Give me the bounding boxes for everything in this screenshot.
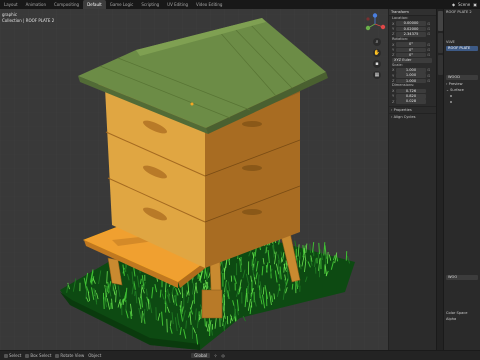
- scale-x-field[interactable]: 1.000: [396, 67, 426, 73]
- location-x-row: X 0.00000 ⊡: [392, 21, 431, 26]
- scene-icon[interactable]: ◆: [452, 2, 455, 7]
- tab-default[interactable]: Default: [83, 0, 106, 9]
- lock-icon[interactable]: ⊡: [427, 22, 431, 26]
- properties-section-header[interactable]: › Properties: [389, 106, 436, 113]
- texture-selector[interactable]: WOO: [446, 275, 478, 280]
- tab-animation[interactable]: Animation: [22, 0, 50, 9]
- beehive-scene: [0, 9, 388, 350]
- snap-icon[interactable]: ⊹: [214, 353, 217, 358]
- lock-icon[interactable]: ⊡: [427, 43, 431, 47]
- tab-game-logic[interactable]: Game Logic: [106, 0, 138, 9]
- location-z-field[interactable]: 2.34375: [396, 31, 426, 37]
- properties-editor: ROOF PLATE 2 VLVE ROOF PLATE WOOD › Prev…: [443, 9, 480, 350]
- property-dot-row: [444, 99, 480, 105]
- zoom-icon[interactable]: ⌕: [373, 38, 381, 46]
- mouse-left-icon: [4, 353, 8, 358]
- camera-icon[interactable]: ▪: [373, 60, 381, 68]
- lock-icon[interactable]: ⊡: [427, 74, 431, 78]
- tab-layout[interactable]: Layout: [0, 0, 22, 9]
- sidebar-transform-panel: Transform Location: X 0.00000 ⊡ Y 0.02000 ⊡ …: [388, 9, 436, 350]
- transform-panel-header[interactable]: Transform: [389, 9, 436, 16]
- lock-icon[interactable]: ⊡: [427, 79, 431, 83]
- rotation-y-row: Y 0° ⊡: [392, 47, 431, 53]
- lock-icon[interactable]: ⊡: [427, 53, 431, 57]
- properties-object-name: ROOF PLATE 2: [446, 10, 472, 14]
- blender-window: Layout Animation Compositing Default Gam…: [0, 0, 480, 360]
- dimensions-y-field[interactable]: 0.820: [396, 94, 426, 99]
- property-dot-icon: [450, 101, 452, 103]
- location-x-field[interactable]: 0.00000: [396, 21, 426, 26]
- status-object: Object: [88, 353, 102, 358]
- rotation-x-row: X 0° ⊡: [392, 42, 431, 47]
- lock-icon[interactable]: ⊡: [427, 48, 431, 52]
- scale-x-row: X 1.000 ⊡: [392, 67, 431, 73]
- mouse-middle-icon: [25, 353, 30, 358]
- status-select: Select: [4, 353, 21, 358]
- navigation-gizmo[interactable]: [364, 13, 386, 35]
- scale-y-field[interactable]: 1.000: [396, 73, 426, 78]
- status-box-select: Box Select: [25, 353, 51, 358]
- status-rotate-view: Rotate View: [55, 353, 84, 358]
- scale-y-row: Y 1.000 ⊡: [392, 73, 431, 78]
- pan-hand-icon[interactable]: ✋: [373, 49, 381, 57]
- object-origin: [190, 102, 194, 106]
- material-slot-field[interactable]: ROOF PLATE: [446, 46, 478, 51]
- workspace-tab-bar: Layout Animation Compositing Default Gam…: [0, 0, 480, 9]
- view-layer-icon[interactable]: ▣: [473, 2, 477, 7]
- status-bar: Select Box Select Rotate View Object Glo…: [0, 350, 480, 360]
- 3d-viewport[interactable]: graphic Collection | ROOF PLATE 2 ⌕ ✋ ▪ …: [0, 9, 388, 350]
- location-y-row: Y 0.02000 ⊡: [392, 26, 431, 32]
- material-selector[interactable]: WOOD: [446, 75, 478, 80]
- properties-mesh-name: VLVE: [446, 40, 455, 44]
- property-dot-icon: [450, 95, 452, 97]
- top-right-controls: ◆ Scene ▣: [452, 0, 480, 9]
- tab-uv-editing[interactable]: UV Editing: [163, 0, 192, 9]
- viewport-collection-path: Collection | ROOF PLATE 2: [2, 18, 55, 23]
- lock-icon[interactable]: ⊡: [427, 27, 431, 31]
- rotation-y-field[interactable]: 0°: [396, 47, 426, 53]
- tab-scripting[interactable]: Scripting: [137, 0, 163, 9]
- sidebar-tab-strip: [436, 9, 443, 350]
- lock-icon[interactable]: ⊡: [427, 32, 431, 36]
- tab-compositing[interactable]: Compositing: [50, 0, 83, 9]
- align-cycles-section-header[interactable]: › Align Cycles: [389, 113, 436, 120]
- rotation-x-field[interactable]: 0°: [396, 42, 426, 47]
- transform-orientation-select[interactable]: Global: [191, 353, 211, 358]
- tab-video-editing[interactable]: Video Editing: [192, 0, 226, 9]
- scale-z-field[interactable]: 1.000: [396, 78, 426, 84]
- mouse-right-icon: [55, 353, 60, 358]
- dimensions-x-field[interactable]: 0.726: [396, 88, 426, 94]
- rotation-z-field[interactable]: 0°: [396, 52, 426, 58]
- alpha-label: Alpha: [446, 317, 457, 321]
- dimensions-z-field[interactable]: 0.028: [396, 99, 426, 104]
- proportional-edit-icon[interactable]: ◎: [221, 353, 225, 358]
- location-y-field[interactable]: 0.02000: [396, 26, 426, 32]
- rotation-z-row: Z 0° ⊡: [392, 52, 431, 58]
- lock-icon[interactable]: ⊡: [427, 68, 431, 72]
- viewport-mode-label: graphic: [2, 12, 18, 17]
- grid-view-icon[interactable]: ▦: [373, 71, 381, 79]
- dimensions-z-row: Z 0.028: [389, 99, 436, 104]
- scene-selector[interactable]: Scene: [458, 2, 470, 7]
